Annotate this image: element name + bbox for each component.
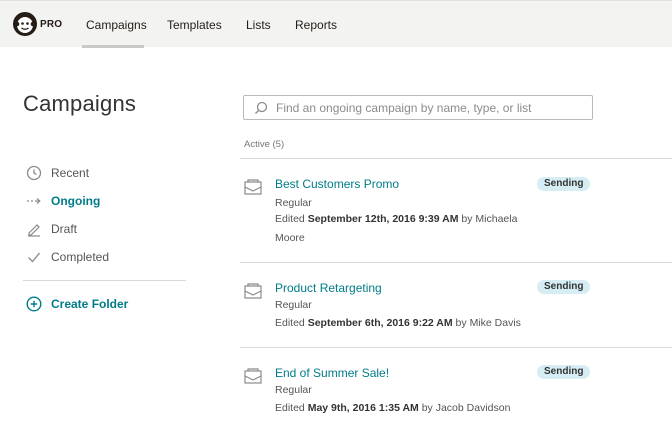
mail-icon xyxy=(244,368,262,384)
sidebar-item-draft[interactable]: Draft xyxy=(25,219,77,239)
clock-icon xyxy=(25,164,43,182)
sidebar-item-label: Ongoing xyxy=(51,194,101,208)
nav-templates[interactable]: Templates xyxy=(167,18,222,32)
by-prefix: by xyxy=(461,213,473,225)
active-nav-indicator xyxy=(82,45,144,48)
campaign-type: Regular xyxy=(275,299,312,311)
edited-prefix: Edited xyxy=(275,402,305,414)
campaign-title-link[interactable]: Product Retargeting xyxy=(275,281,382,295)
sidebar-item-label: Completed xyxy=(51,250,110,264)
by-prefix: by xyxy=(421,402,433,414)
campaign-author: Jacob Davidson xyxy=(435,402,511,414)
page-title: Campaigns xyxy=(23,91,137,116)
campaign-title-link[interactable]: Best Customers Promo xyxy=(275,177,399,191)
sidebar-item-label: Recent xyxy=(51,166,90,180)
search-input[interactable] xyxy=(276,100,576,115)
mail-icon xyxy=(244,283,262,299)
campaign-type: Regular xyxy=(275,197,312,209)
create-folder-label: Create Folder xyxy=(51,297,129,311)
sidebar-item-label: Draft xyxy=(51,222,78,236)
sidebar-divider xyxy=(23,280,186,281)
campaign-author: Mike Davis xyxy=(469,317,521,329)
campaign-type: Regular xyxy=(275,384,312,396)
sidebar-item-ongoing[interactable]: Ongoing xyxy=(25,191,100,211)
sidebar-item-recent[interactable]: Recent xyxy=(25,163,89,183)
arrow-right-icon xyxy=(25,192,43,210)
status-badge: Sending xyxy=(537,280,591,294)
campaign-title-link[interactable]: End of Summer Sale! xyxy=(275,366,389,380)
campaign-edited-meta: Edited May 9th, 2016 1:35 AM by Jacob Da… xyxy=(275,399,535,418)
sidebar-item-completed[interactable]: Completed xyxy=(25,247,109,267)
nav-reports[interactable]: Reports xyxy=(295,18,337,32)
campaign-row: Best Customers Promo Regular Edited Sept… xyxy=(240,158,672,262)
campaign-row: Product Retargeting Regular Edited Septe… xyxy=(240,262,672,347)
mailchimp-logo-icon[interactable] xyxy=(12,11,38,37)
edited-date: May 9th, 2016 1:35 AM xyxy=(307,402,419,414)
edited-prefix: Edited xyxy=(275,317,305,329)
campaign-edited-meta: Edited September 12th, 2016 9:39 AM by M… xyxy=(275,210,535,248)
mail-icon xyxy=(244,179,262,195)
active-count-label: Active (5) xyxy=(244,139,285,150)
campaign-edited-meta: Edited September 6th, 2016 9:22 AM by Mi… xyxy=(275,314,535,333)
plus-circle-icon xyxy=(25,295,43,313)
by-prefix: by xyxy=(455,317,467,329)
status-badge: Sending xyxy=(537,365,591,379)
status-badge: Sending xyxy=(537,177,591,191)
search-icon xyxy=(254,101,268,115)
create-folder-button[interactable]: Create Folder xyxy=(25,294,128,314)
edited-date: September 6th, 2016 9:22 AM xyxy=(307,317,453,329)
campaign-row: End of Summer Sale! Regular Edited May 9… xyxy=(240,347,672,432)
nav-lists[interactable]: Lists xyxy=(246,18,271,32)
edited-date: September 12th, 2016 9:39 AM xyxy=(307,213,459,225)
pencil-icon xyxy=(25,220,43,238)
check-icon xyxy=(25,248,43,266)
pro-badge: PRO xyxy=(40,19,63,30)
top-nav: PRO Campaigns Templates Lists Reports xyxy=(0,0,672,48)
nav-campaigns[interactable]: Campaigns xyxy=(86,18,147,32)
campaign-search[interactable] xyxy=(243,95,593,120)
edited-prefix: Edited xyxy=(275,213,305,225)
